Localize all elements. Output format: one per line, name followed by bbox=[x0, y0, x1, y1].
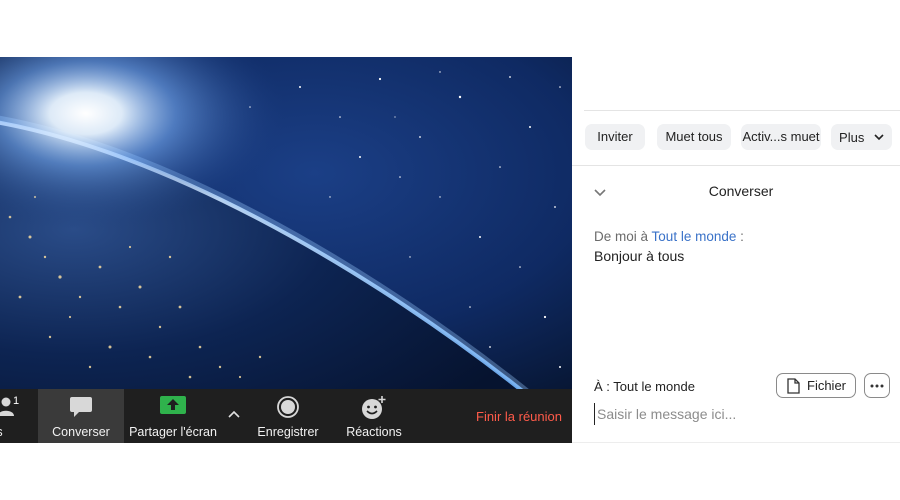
file-icon bbox=[787, 378, 800, 401]
record-label: Enregistrer bbox=[257, 425, 319, 439]
file-button[interactable]: Fichier bbox=[776, 373, 856, 398]
video-feed bbox=[0, 57, 572, 389]
meeting-toolbar: 1 pants Converser Partager l'écran bbox=[0, 389, 572, 443]
participant-actions: Inviter Muet tous Activ...s muet Plus bbox=[585, 124, 892, 150]
divider bbox=[572, 165, 900, 166]
end-meeting-button[interactable]: Finir la réunion bbox=[470, 409, 568, 424]
reactions-button[interactable]: Réactions bbox=[336, 389, 412, 443]
person-icon bbox=[0, 396, 14, 419]
participants-label: pants bbox=[0, 425, 36, 439]
more-label: Plus bbox=[839, 130, 865, 145]
invite-button[interactable]: Inviter bbox=[585, 124, 645, 150]
message-text: Bonjour à tous bbox=[594, 248, 685, 264]
send-to-selector[interactable]: À : Tout le monde bbox=[594, 379, 695, 394]
chat-title: Converser bbox=[708, 183, 774, 199]
participants-count: 1 bbox=[13, 395, 20, 407]
chat-label: Converser bbox=[52, 425, 110, 439]
emoji-add-icon bbox=[361, 396, 387, 423]
share-screen-button[interactable]: Partager l'écran bbox=[126, 389, 220, 443]
chat-button[interactable]: Converser bbox=[38, 389, 124, 443]
participants-button[interactable]: 1 pants bbox=[0, 389, 36, 443]
more-options-button[interactable] bbox=[864, 373, 890, 398]
record-icon bbox=[277, 396, 299, 421]
chat-bubble-icon bbox=[69, 396, 93, 421]
reactions-label: Réactions bbox=[346, 425, 402, 439]
message-sender: De moi à Tout le monde : bbox=[594, 229, 744, 244]
divider bbox=[584, 110, 900, 111]
message-colon: : bbox=[740, 229, 744, 244]
earth-background-image bbox=[0, 57, 572, 389]
share-options-caret[interactable] bbox=[222, 389, 246, 443]
divider bbox=[572, 442, 900, 443]
share-screen-label: Partager l'écran bbox=[129, 425, 217, 439]
record-button[interactable]: Enregistrer bbox=[250, 389, 326, 443]
more-button[interactable]: Plus bbox=[831, 124, 892, 150]
chevron-down-icon bbox=[874, 124, 884, 150]
share-screen-icon bbox=[160, 396, 186, 419]
more-horizontal-icon bbox=[870, 384, 884, 388]
unmute-all-button[interactable]: Activ...s muet bbox=[741, 124, 821, 150]
message-input[interactable] bbox=[594, 403, 884, 425]
chat-header: Converser bbox=[572, 181, 900, 201]
message-recipient-link[interactable]: Tout le monde bbox=[652, 229, 737, 244]
mute-all-button[interactable]: Muet tous bbox=[657, 124, 731, 150]
file-label: Fichier bbox=[807, 378, 847, 393]
message-from: De moi à bbox=[594, 229, 649, 244]
send-to-row: À : Tout le monde Fichier bbox=[594, 373, 890, 399]
chevron-up-icon bbox=[228, 407, 240, 421]
participants-chat-panel: Inviter Muet tous Activ...s muet Plus Co… bbox=[572, 57, 900, 443]
